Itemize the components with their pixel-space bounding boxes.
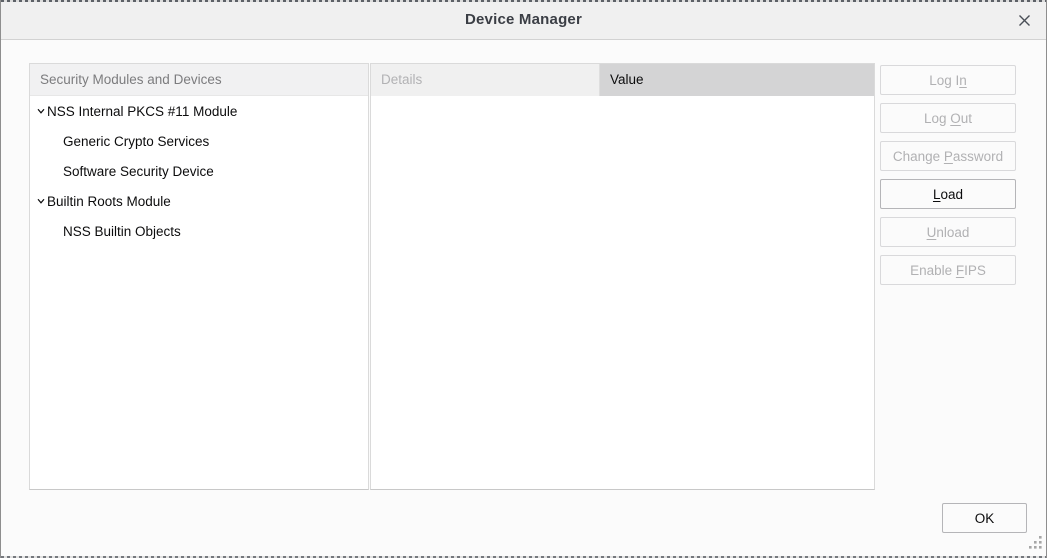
button-label: nload [936,225,969,240]
change-password-button[interactable]: Change Password [880,141,1016,171]
button-label: assword [953,149,1003,164]
tree-item-nss-internal-pkcs11-module[interactable]: NSS Internal PKCS #11 Module [30,96,368,126]
tree-item-label: Software Security Device [63,164,214,179]
security-modules-panel: Security Modules and Devices NSS Interna… [29,63,369,490]
tree-item-builtin-roots-module[interactable]: Builtin Roots Module [30,186,368,216]
window-title: Device Manager [1,0,1046,40]
titlebar[interactable]: Device Manager [1,0,1046,40]
column-header-value[interactable]: Value [600,64,874,96]
button-accesskey: O [950,111,961,126]
device-manager-dialog: Device Manager Security Modules and Devi… [0,0,1047,558]
button-label: Log [924,111,950,126]
tree-item-label: NSS Internal PKCS #11 Module [47,104,237,119]
tree-item-nss-builtin-objects[interactable]: NSS Builtin Objects [30,216,368,246]
details-panel: Details Value [370,63,875,490]
tree-item-label: Builtin Roots Module [47,194,171,209]
button-label: Change [893,149,944,164]
log-in-button[interactable]: Log In [880,65,1016,95]
chevron-down-icon[interactable] [36,106,47,116]
button-label: IPS [964,263,986,278]
button-label: Log I [929,73,959,88]
tree-column-header[interactable]: Security Modules and Devices [30,64,368,96]
button-label: Enable [910,263,956,278]
tree-item-generic-crypto-services[interactable]: Generic Crypto Services [30,126,368,156]
button-accesskey: F [956,263,964,278]
enable-fips-button[interactable]: Enable FIPS [880,255,1016,285]
button-label: ut [961,111,972,126]
load-button[interactable]: Load [880,179,1016,209]
button-accesskey: P [944,149,953,164]
log-out-button[interactable]: Log Out [880,103,1016,133]
unload-button[interactable]: Unload [880,217,1016,247]
tree-item-software-security-device[interactable]: Software Security Device [30,156,368,186]
ok-button[interactable]: OK [942,503,1027,533]
resize-grip-icon[interactable] [1028,535,1043,555]
tree-item-label: NSS Builtin Objects [63,224,181,239]
details-list [371,96,874,489]
button-accesskey: n [959,73,967,88]
chevron-down-icon[interactable] [36,196,47,206]
tree-item-label: Generic Crypto Services [63,134,209,149]
button-accesskey: U [927,225,937,240]
column-header-details[interactable]: Details [371,64,600,96]
close-icon[interactable] [1002,0,1046,40]
details-column-headers: Details Value [371,64,874,96]
button-label: oad [940,187,963,202]
device-actions: Log In Log Out Change Password Load Unlo… [880,65,1016,285]
